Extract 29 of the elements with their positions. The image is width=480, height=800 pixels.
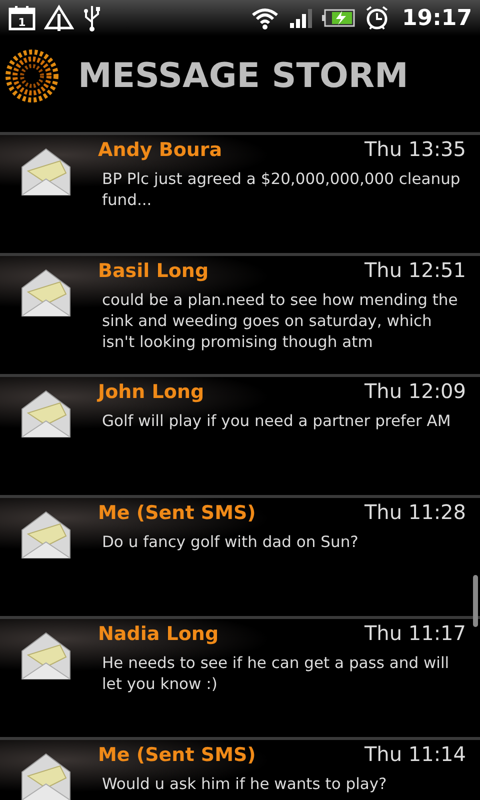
sender-name: John Long — [98, 381, 204, 403]
message-preview: Do u fancy golf with dad on Sun? — [101, 532, 360, 553]
calendar-icon: 1 — [8, 5, 36, 31]
sender-name: Me (Sent SMS) — [98, 744, 256, 766]
sender-name: Andy Boura — [98, 139, 222, 161]
sender-name: Me (Sent SMS) — [98, 502, 256, 524]
battery-icon — [322, 8, 356, 28]
message-time: Thu 11:14 — [364, 742, 466, 766]
message-time: Thu 11:28 — [364, 500, 466, 524]
usb-icon — [82, 4, 102, 32]
app-title: MESSAGE STORM — [78, 55, 408, 98]
warning-icon — [44, 4, 74, 32]
signal-icon — [288, 7, 314, 29]
message-preview: He needs to see if he can get a pass and will let you know :) — [101, 653, 450, 695]
message-time: Thu 12:51 — [364, 258, 466, 282]
clock-time: 19:17 — [402, 6, 472, 30]
message-preview: Golf will play if you need a partner prefer AM — [101, 411, 452, 432]
message-preview: could be a plan.need to see how mending the sink and weeding goes on saturday, which isn't looking promising though atm — [101, 290, 459, 353]
sender-name: Nadia Long — [98, 623, 219, 645]
wifi-icon — [250, 6, 280, 30]
sender-name: Basil Long — [98, 260, 209, 282]
message-time: Thu 13:35 — [364, 137, 466, 161]
scrollbar — [473, 575, 478, 627]
alarm-clock-icon — [364, 5, 390, 31]
message-time: Thu 11:17 — [364, 621, 466, 645]
message-item[interactable]: Me (Sent SMS) Thu 11:14 Would u ask him if he wants to play? — [0, 737, 480, 800]
message-preview: Would u ask him if he wants to play? — [101, 774, 388, 795]
message-preview: BP Plc just agreed a $20,000,000,000 cleanup fund... — [101, 169, 462, 211]
message-time: Thu 12:09 — [364, 379, 466, 403]
